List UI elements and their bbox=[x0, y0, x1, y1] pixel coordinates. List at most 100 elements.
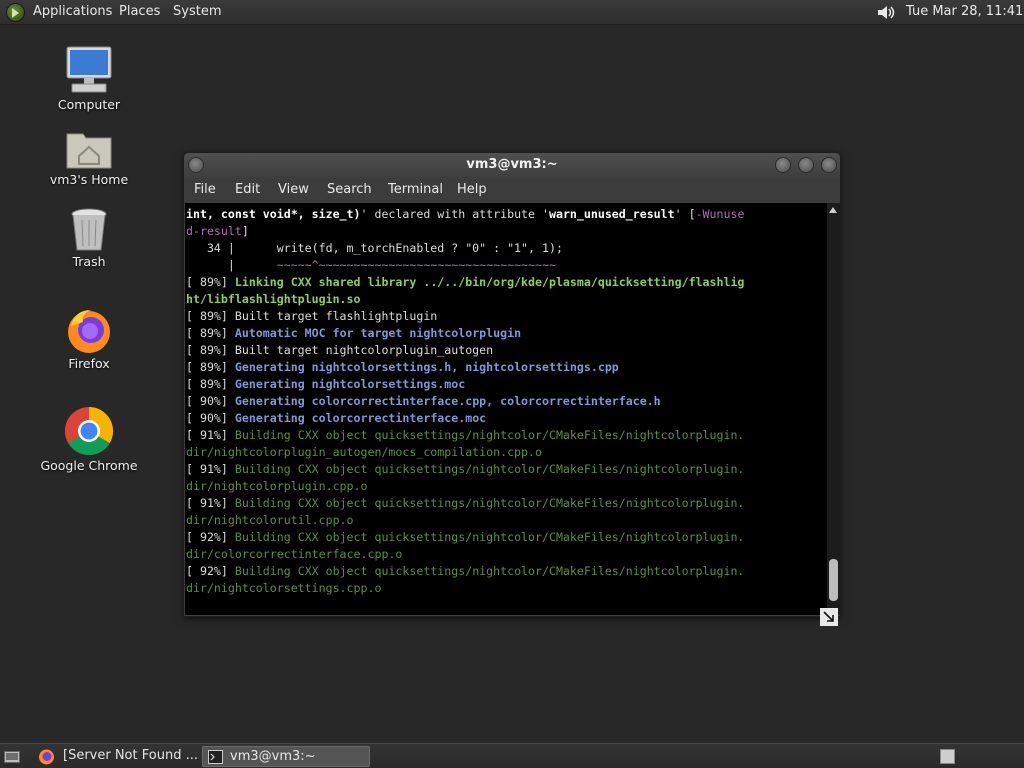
desktop-icon-trash[interactable]: Trash bbox=[34, 208, 144, 269]
terminal-text-segment: [ 89%] bbox=[186, 360, 235, 374]
terminal-line: [ 90%] Generating colorcorrectinterface.… bbox=[186, 393, 744, 410]
terminal-text-segment: d-result bbox=[186, 224, 242, 238]
terminal-line: 34 | write(fd, m_torchEnabled ? "0" : "1… bbox=[186, 240, 744, 257]
show-desktop-icon[interactable] bbox=[4, 749, 20, 764]
applications-logo-icon[interactable] bbox=[6, 3, 25, 22]
minimize-icon[interactable] bbox=[775, 157, 791, 173]
terminal-lines: int, const void*, size_t)' declared with… bbox=[186, 206, 744, 597]
terminal-text-segment: dir/nightcolorplugin.cpp.o bbox=[186, 479, 368, 493]
firefox-icon bbox=[39, 749, 54, 765]
desktop-icon-label: Computer bbox=[57, 97, 121, 112]
terminal-menubar: File Edit View Search Terminal Help bbox=[184, 177, 840, 203]
terminal-text-segment: Building CXX object quicksettings/nightc… bbox=[234, 496, 745, 510]
terminal-text-segment: 34 | write(fd, m_torchEnabled ? "0" : "1… bbox=[186, 241, 563, 255]
terminal-line: [ 91%] Building CXX object quicksettings… bbox=[186, 461, 744, 478]
terminal-text-segment: dir/nightcolorsettings.cpp.o bbox=[186, 581, 382, 595]
chrome-icon bbox=[64, 407, 114, 456]
terminal-text-segment: ' declared with attribute ' bbox=[360, 207, 549, 221]
menu-search[interactable]: Search bbox=[327, 182, 372, 197]
terminal-line: [ 89%] Built target nightcolorplugin_aut… bbox=[186, 342, 744, 359]
terminal-text-segment: ht/libflashlightplugin.so bbox=[186, 292, 361, 306]
terminal-text-segment: ' [ bbox=[674, 207, 696, 221]
volume-icon[interactable] bbox=[876, 4, 898, 21]
terminal-text-segment: [ 92%] bbox=[186, 564, 235, 578]
terminal-text-segment: warn_unused_result bbox=[548, 207, 675, 221]
desktop-icon-label: Firefox bbox=[68, 356, 110, 371]
window-title: vm3@vm3:~ bbox=[466, 157, 558, 172]
terminal-text-segment: [ 91%] bbox=[186, 428, 235, 442]
desktop-icon-label: vm3's Home bbox=[49, 172, 129, 187]
trash-icon bbox=[71, 208, 107, 251]
desktop-icon-home[interactable]: vm3's Home bbox=[34, 128, 144, 187]
terminal-text-segment: ] bbox=[241, 224, 249, 238]
terminal-text-segment: [ 89%] bbox=[186, 275, 235, 289]
terminal-text-segment: Linking CXX shared library ../../bin/org… bbox=[234, 275, 745, 289]
desktop-icon-firefox[interactable]: Firefox bbox=[34, 306, 144, 371]
home-folder-icon bbox=[66, 133, 112, 169]
places-menu[interactable]: Places bbox=[119, 4, 160, 19]
terminal-text-segment: Building CXX object quicksettings/nightc… bbox=[234, 530, 745, 544]
task-label: [Server Not Found ... bbox=[63, 748, 198, 763]
terminal-icon bbox=[208, 750, 223, 764]
terminal-text-segment: [ 89%] Built target flashlightplugin bbox=[186, 309, 438, 323]
terminal-line: ht/libflashlightplugin.so bbox=[186, 291, 744, 308]
terminal-line: [ 89%] Linking CXX shared library ../../… bbox=[186, 274, 744, 291]
terminal-text-segment: [ 90%] bbox=[186, 394, 235, 408]
window-titlebar[interactable]: vm3@vm3:~ bbox=[184, 153, 840, 177]
terminal-line: dir/nightcolorsettings.cpp.o bbox=[186, 580, 744, 597]
terminal-text-segment: Generating nightcolorsettings.moc bbox=[234, 377, 466, 391]
clock[interactable]: Tue Mar 28, 11:41 bbox=[906, 4, 1023, 19]
terminal-text-segment: Automatic MOC for target nightcolorplugi… bbox=[234, 326, 522, 340]
desktop-icon-label: Trash bbox=[72, 254, 106, 269]
menu-edit[interactable]: Edit bbox=[235, 182, 260, 197]
terminal-text-segment: dir/nightcolorplugin_autogen/mocs_compil… bbox=[186, 445, 542, 459]
terminal-text-segment: [ 91%] bbox=[186, 496, 235, 510]
terminal-line: [ 89%] Generating nightcolorsettings.h, … bbox=[186, 359, 744, 376]
desktop-icon-chrome[interactable]: Google Chrome bbox=[34, 406, 144, 473]
taskbar-item-firefox[interactable]: [Server Not Found ... bbox=[57, 746, 198, 767]
menu-view[interactable]: View bbox=[278, 182, 309, 197]
terminal-line: dir/nightcolorplugin.cpp.o bbox=[186, 478, 744, 495]
menu-terminal[interactable]: Terminal bbox=[388, 182, 443, 197]
terminal-text-segment: dir/nightcolorutil.cpp.o bbox=[186, 513, 354, 527]
maximize-icon[interactable] bbox=[798, 157, 814, 173]
terminal-text-segment: Generating colorcorrectinterface.moc bbox=[234, 411, 487, 425]
terminal-line: [ 91%] Building CXX object quicksettings… bbox=[186, 427, 744, 444]
menu-help[interactable]: Help bbox=[457, 182, 487, 197]
task-label: vm3@vm3:~ bbox=[230, 749, 316, 764]
firefox-icon bbox=[68, 310, 110, 353]
scroll-up-arrow-icon[interactable] bbox=[829, 207, 837, 213]
computer-icon bbox=[66, 46, 112, 93]
resize-grip-icon[interactable] bbox=[820, 608, 838, 626]
terminal-text-segment: Building CXX object quicksettings/nightc… bbox=[234, 428, 745, 442]
terminal-line: d-result] bbox=[186, 223, 744, 240]
terminal-text-segment: [ 89%] Built target nightcolorplugin_aut… bbox=[186, 343, 494, 357]
top-panel: Applications Places System Tue Mar 28, 1… bbox=[0, 0, 1024, 25]
terminal-output[interactable]: int, const void*, size_t)' declared with… bbox=[185, 203, 827, 615]
terminal-text-segment: Generating colorcorrectinterface.cpp, co… bbox=[234, 394, 661, 408]
terminal-line: [ 90%] Generating colorcorrectinterface.… bbox=[186, 410, 744, 427]
terminal-text-segment: -Wunuse bbox=[695, 207, 745, 221]
applications-menu[interactable]: Applications bbox=[33, 4, 112, 19]
workspace-switcher[interactable] bbox=[940, 749, 955, 764]
taskbar-item-terminal[interactable]: vm3@vm3:~ bbox=[202, 746, 370, 767]
terminal-text-segment: [ 91%] bbox=[186, 462, 235, 476]
desktop-icon-computer[interactable]: Computer bbox=[34, 45, 144, 112]
terminal-line: [ 92%] Building CXX object quicksettings… bbox=[186, 529, 744, 546]
terminal-text-segment: ~~~~~^~~~~~~~~~~~~~~~~~~~~~~~~~~~~~~~~~~ bbox=[276, 258, 556, 272]
scrollbar-thumb[interactable] bbox=[829, 559, 838, 601]
close-icon[interactable] bbox=[821, 157, 837, 173]
terminal-line: [ 89%] Built target flashlightplugin bbox=[186, 308, 744, 325]
terminal-text-segment: [ 92%] bbox=[186, 530, 235, 544]
system-menu[interactable]: System bbox=[173, 4, 221, 19]
terminal-line: | ~~~~~^~~~~~~~~~~~~~~~~~~~~~~~~~~~~~~~~… bbox=[186, 257, 744, 274]
menu-file[interactable]: File bbox=[194, 182, 216, 197]
terminal-text-segment: | bbox=[186, 258, 277, 272]
terminal-scrollbar[interactable] bbox=[827, 203, 840, 615]
terminal-line: [ 91%] Building CXX object quicksettings… bbox=[186, 495, 744, 512]
terminal-line: dir/nightcolorutil.cpp.o bbox=[186, 512, 744, 529]
terminal-window[interactable]: vm3@vm3:~ File Edit View Search Terminal… bbox=[183, 152, 841, 626]
terminal-text-segment: [ 90%] bbox=[186, 411, 235, 425]
terminal-line: dir/colorcorrectinterface.cpp.o bbox=[186, 546, 744, 563]
bottom-panel: [Server Not Found ... vm3@vm3:~ bbox=[0, 743, 1024, 768]
